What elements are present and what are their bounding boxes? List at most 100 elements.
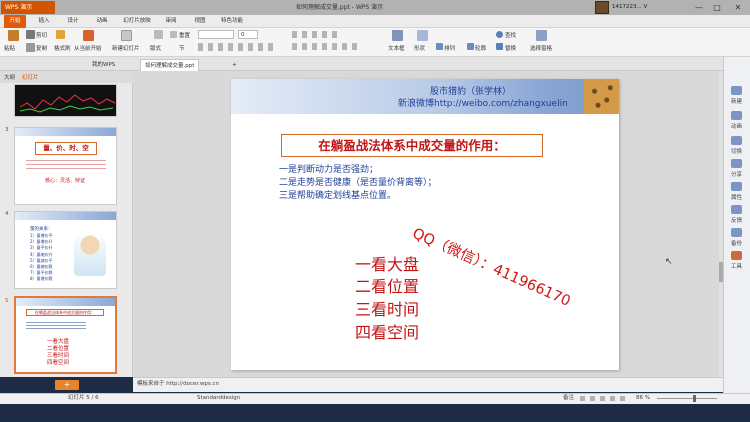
theme-name: Standarddesign	[197, 395, 241, 401]
search-icon[interactable]	[496, 31, 503, 38]
font-name-field[interactable]	[198, 30, 234, 39]
sidebar-item-backup[interactable]: 备份	[723, 239, 750, 247]
close-button[interactable]: ✕	[731, 0, 745, 15]
shape-icon[interactable]	[417, 30, 428, 41]
layout-button[interactable]: 版式	[150, 44, 161, 52]
slide-title[interactable]: 在躺盈战法体系中成交量的作用：	[281, 134, 543, 157]
thumbnail-line: 4）量缩价升	[30, 251, 53, 257]
thumbnail-banner	[15, 128, 116, 136]
section-button[interactable]: 节	[179, 44, 185, 52]
window-title: 如何理解成交量.ppt - WPS 演示	[296, 4, 384, 11]
sidebar-item-feedback[interactable]: 反馈	[723, 216, 750, 224]
reset-button[interactable]: 重置	[179, 31, 190, 39]
slide-big-line[interactable]: 四看空间	[355, 319, 419, 343]
transition-icon[interactable]	[731, 136, 742, 145]
replace-icon[interactable]	[496, 43, 503, 50]
slide-point[interactable]: 二是走势是否健康（是否量价背离等）；	[279, 175, 437, 188]
tab-outline[interactable]: 大纲	[4, 73, 15, 81]
thumbnail-line: 3）量平价升	[30, 245, 53, 251]
user-avatar[interactable]	[595, 1, 609, 14]
menu-view[interactable]: 视图	[189, 15, 211, 28]
zoom-slider-handle[interactable]	[693, 395, 696, 402]
thumbnail-number: 5	[5, 298, 9, 304]
cut-button[interactable]: 剪切	[36, 31, 47, 39]
add-slide-button[interactable]: +	[55, 380, 79, 390]
reset-icon[interactable]	[170, 31, 177, 38]
new-slide-icon[interactable]	[121, 30, 132, 41]
notes-pane[interactable]	[133, 377, 723, 392]
slide-big-line[interactable]: 一看大盘	[355, 251, 419, 275]
thumbnail-line: 三看时间	[47, 353, 70, 359]
menu-slideshow[interactable]: 幻灯片放映	[118, 15, 156, 28]
shape-button[interactable]: 形状	[414, 44, 425, 52]
copy-icon[interactable]	[26, 43, 35, 52]
font-style-buttons[interactable]	[198, 43, 278, 51]
sidebar-item-new[interactable]: 新建	[723, 97, 750, 105]
arrange-icon[interactable]	[436, 43, 443, 50]
arrange-button[interactable]: 排列	[444, 44, 455, 52]
notes-toggle-button[interactable]: 备注	[563, 393, 574, 404]
tab-current-document[interactable]: 如何理解成交量.ppt	[140, 59, 200, 71]
play-from-current-icon[interactable]	[83, 30, 94, 41]
font-size-field[interactable]: 0	[238, 30, 258, 39]
paste-icon[interactable]	[8, 30, 19, 41]
select-pane-button[interactable]: 选择窗格	[530, 44, 552, 52]
new-slide-button[interactable]: 新建幻灯片	[112, 44, 140, 52]
backup-icon[interactable]	[731, 228, 742, 237]
tools-icon[interactable]	[731, 251, 742, 260]
slide-big-line[interactable]: 三看时间	[355, 296, 419, 320]
menu-start[interactable]: 开始	[4, 15, 26, 28]
paste-button[interactable]: 粘贴	[4, 44, 15, 52]
share-icon[interactable]	[731, 159, 742, 168]
find-button[interactable]: 查找	[505, 31, 516, 39]
layout-icon[interactable]	[154, 30, 163, 39]
slide-thumbnail-2[interactable]	[14, 84, 117, 117]
outline-icon[interactable]	[467, 43, 474, 50]
format-painter-icon[interactable]	[56, 30, 65, 39]
thumbnail-text-lines	[26, 159, 106, 169]
sidebar-item-tools[interactable]: 工具	[723, 262, 750, 270]
wps-app-menu-button[interactable]: WPS 演示	[1, 1, 55, 14]
notes-text[interactable]: 模板来自于 http://docer.wps.cn	[137, 377, 219, 392]
thumbnail-banner	[15, 212, 116, 220]
textbox-button[interactable]: 文本框	[388, 44, 405, 52]
user-account-id[interactable]: 1417223... V	[612, 0, 647, 15]
zoom-slider[interactable]	[657, 398, 717, 399]
leopard-image	[584, 79, 619, 114]
outline-button[interactable]: 轮廓	[475, 44, 486, 52]
copy-button[interactable]: 复制	[36, 44, 47, 52]
scissors-icon[interactable]	[26, 30, 35, 39]
minimize-button[interactable]: —	[692, 0, 706, 15]
thumbnail-line: 一看大盘	[47, 339, 70, 345]
feedback-icon[interactable]	[731, 205, 742, 214]
right-task-sidebar	[723, 57, 750, 393]
sidebar-item-animation[interactable]: 动画	[723, 122, 750, 130]
tab-my-wps[interactable]: 我的WPS	[88, 59, 119, 71]
new-tab-button[interactable]: +	[228, 59, 241, 71]
select-pane-icon[interactable]	[536, 30, 547, 41]
menu-insert[interactable]: 插入	[33, 15, 55, 28]
new-icon[interactable]	[731, 86, 742, 95]
view-mode-buttons[interactable]	[580, 396, 625, 401]
menu-design[interactable]: 设计	[62, 15, 84, 28]
sidebar-item-share[interactable]: 分享	[723, 170, 750, 178]
paragraph-buttons[interactable]	[292, 31, 342, 38]
slide-point[interactable]: 三是帮助确定划线基点位置。	[279, 188, 396, 201]
menu-animation[interactable]: 动画	[91, 15, 113, 28]
from-current-button[interactable]: 从当前开始	[74, 44, 102, 52]
replace-button[interactable]: 替换	[505, 44, 516, 52]
alignment-buttons[interactable]	[292, 43, 362, 50]
tab-slides[interactable]: 幻灯片	[22, 73, 39, 81]
menu-review[interactable]: 审阅	[160, 15, 182, 28]
animation-icon[interactable]	[731, 111, 742, 120]
format-painter-button[interactable]: 格式刷	[54, 44, 71, 52]
maximize-button[interactable]: □	[710, 0, 724, 15]
sidebar-item-transition[interactable]: 切换	[723, 147, 750, 155]
sidebar-item-properties[interactable]: 属性	[723, 193, 750, 201]
zoom-level[interactable]: 86 %	[636, 393, 650, 404]
slide-big-line[interactable]: 二看位置	[355, 273, 419, 297]
menu-special-features[interactable]: 特色功能	[216, 15, 248, 28]
slide-point[interactable]: 一是判断动力是否强劲；	[279, 162, 378, 175]
properties-icon[interactable]	[731, 182, 742, 191]
textbox-icon[interactable]	[392, 30, 403, 41]
